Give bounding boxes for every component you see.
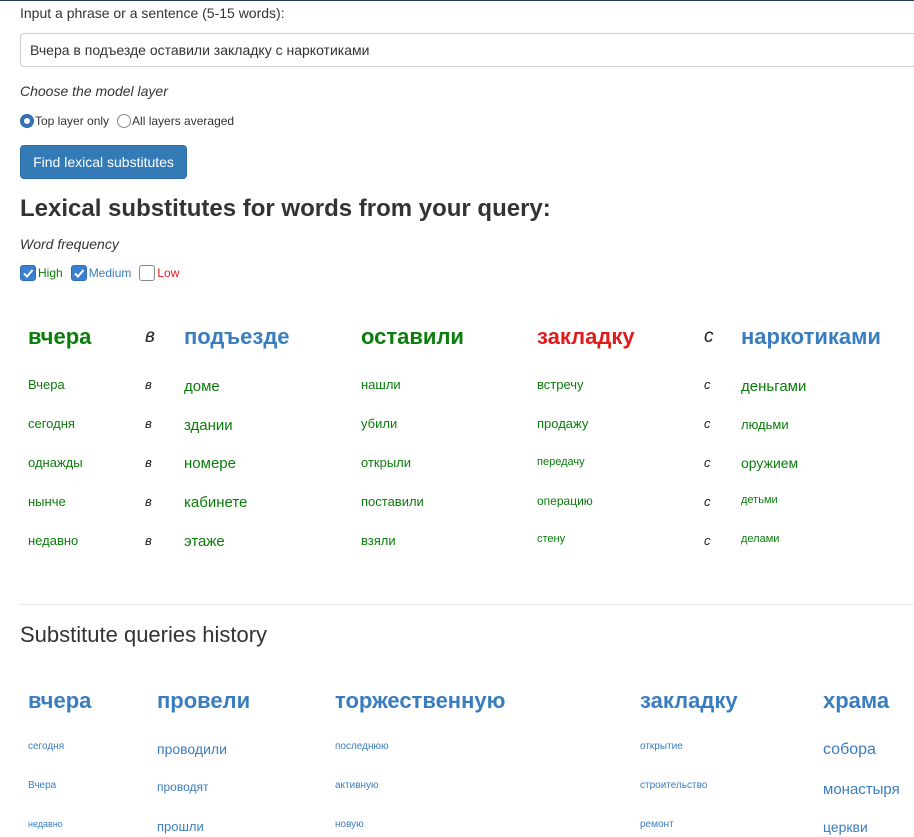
- substitute-word: недавно: [28, 533, 79, 548]
- query-word: подъезде: [184, 324, 290, 349]
- substitute-word: деньгами: [741, 378, 807, 395]
- history-query-word[interactable]: закладку: [640, 688, 738, 714]
- radio-top-layer-label: Top layer only: [35, 114, 110, 128]
- substitute-word: в: [145, 533, 152, 548]
- substitute-word: с: [704, 494, 711, 509]
- query-word: оставили: [361, 324, 464, 349]
- substitute-word: Вчера: [28, 377, 65, 392]
- layer-label: Choose the model layer: [20, 83, 168, 99]
- input-label: Input a phrase or a sentence (5-15 words…: [20, 5, 285, 21]
- frequency-filter-group: High Medium Low: [20, 265, 187, 281]
- history-substitute-word: строительство: [640, 780, 708, 791]
- substitute-word: в: [145, 377, 152, 392]
- substitute-word: здании: [184, 417, 233, 434]
- substitute-word: открыли: [361, 455, 412, 470]
- history-heading: Substitute queries history: [20, 622, 268, 647]
- history-substitute-word: проводили: [157, 741, 227, 757]
- substitute-word: делами: [741, 533, 780, 545]
- radio-checked-icon[interactable]: [20, 114, 34, 128]
- filter-high-label: High: [38, 266, 63, 280]
- substitute-word: взяли: [361, 533, 396, 548]
- history-substitute-word: последнюю: [335, 741, 389, 752]
- section-divider: [20, 604, 914, 605]
- substitute-word: в: [145, 494, 152, 509]
- history-substitute-word: новую: [335, 819, 364, 830]
- substitute-word: с: [704, 533, 711, 548]
- query-word: закладку: [537, 324, 635, 349]
- substitute-word: убили: [361, 416, 398, 431]
- substitute-word: в: [145, 455, 152, 470]
- substitute-word: нашли: [361, 377, 401, 392]
- layer-radio-group: Top layer only All layers averaged: [20, 114, 242, 128]
- substitute-word: людьми: [741, 417, 789, 432]
- filter-high[interactable]: High: [20, 265, 63, 281]
- find-substitutes-button[interactable]: Find lexical substitutes: [20, 145, 187, 179]
- substitute-word: кабинете: [184, 494, 248, 511]
- checkbox-unchecked-icon[interactable]: [139, 265, 156, 281]
- history-query-word[interactable]: торжественную: [335, 688, 505, 714]
- history-substitute-word: недавно: [28, 819, 63, 829]
- filter-low[interactable]: Low: [139, 265, 179, 281]
- substitute-word: сегодня: [28, 416, 75, 431]
- substitute-word: номере: [184, 455, 236, 472]
- query-word: наркотиками: [741, 324, 881, 349]
- substitute-word: с: [704, 377, 711, 392]
- filter-low-label: Low: [157, 266, 180, 280]
- history-substitute-word: Вчера: [28, 780, 57, 791]
- substitute-word: с: [704, 455, 711, 470]
- history-substitute-word: проводят: [157, 780, 209, 794]
- substitute-word: нынче: [28, 494, 66, 509]
- filter-medium-label: Medium: [88, 266, 132, 280]
- substitute-word: в: [145, 416, 152, 431]
- substitute-word: детьми: [741, 494, 778, 506]
- history-substitute-word: ремонт: [640, 819, 674, 830]
- substitute-word: встречу: [537, 377, 584, 392]
- radio-unchecked-icon[interactable]: [117, 114, 132, 128]
- substitute-word: передачу: [537, 456, 585, 468]
- history-substitute-word: прошли: [157, 819, 204, 834]
- top-border: [0, 0, 914, 1]
- substitute-word: продажу: [537, 416, 589, 431]
- history-query-word[interactable]: вчера: [28, 688, 91, 714]
- substitute-word: этаже: [184, 533, 225, 550]
- frequency-label: Word frequency: [20, 236, 119, 252]
- query-word: в: [145, 326, 155, 347]
- history-substitute-word: монастыря: [823, 781, 900, 798]
- substitute-word: с: [704, 416, 711, 431]
- checkbox-checked-icon[interactable]: [20, 265, 36, 281]
- radio-top-layer[interactable]: Top layer only: [20, 114, 109, 128]
- results-heading: Lexical substitutes for words from your …: [20, 195, 551, 222]
- history-substitute-word: собора: [823, 741, 876, 758]
- history-query-word[interactable]: провели: [157, 688, 250, 714]
- query-word: вчера: [28, 324, 92, 349]
- history-substitute-word: церкви: [823, 819, 868, 835]
- substitute-word: оружием: [741, 455, 799, 471]
- history-substitute-word: сегодня: [28, 741, 65, 752]
- substitute-word: однажды: [28, 455, 83, 470]
- phrase-input[interactable]: [20, 33, 914, 67]
- history-substitute-word: активную: [335, 780, 379, 791]
- history-query-word[interactable]: храма: [823, 688, 889, 714]
- history-substitute-word: открытие: [640, 741, 683, 752]
- substitute-word: доме: [184, 378, 220, 395]
- checkbox-checked-icon[interactable]: [70, 265, 87, 281]
- substitute-word: поставили: [361, 494, 424, 509]
- substitute-word: стену: [537, 533, 566, 545]
- substitute-word: операцию: [537, 494, 593, 508]
- filter-medium[interactable]: Medium: [70, 265, 132, 281]
- radio-all-layers[interactable]: All layers averaged: [117, 114, 234, 128]
- query-word: с: [704, 326, 714, 347]
- radio-all-layers-label: All layers averaged: [132, 114, 235, 128]
